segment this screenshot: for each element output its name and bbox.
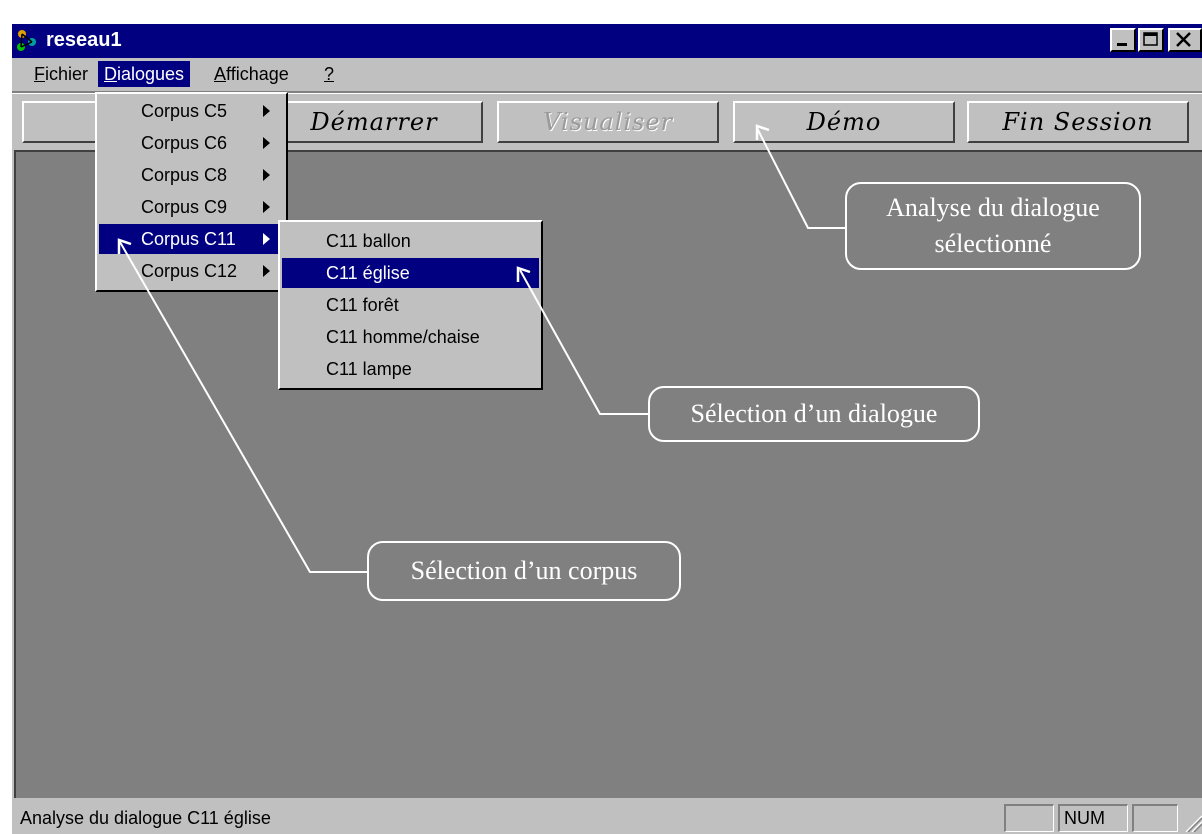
menu-bar: Fichier Dialogues Affichage ? bbox=[12, 58, 1202, 90]
menu-dialogues-mnemonic: D bbox=[104, 64, 117, 84]
menu-help-mnemonic: ? bbox=[324, 64, 335, 84]
callout-analyse-dialogue: Analyse du dialogue sélectionné bbox=[845, 182, 1141, 270]
status-text: Analyse du dialogue C11 église bbox=[20, 808, 271, 828]
menu-item-label: Corpus C11 bbox=[141, 229, 236, 249]
menu-item-corpus-c9[interactable]: Corpus C9 bbox=[99, 192, 284, 222]
minimize-button[interactable] bbox=[1110, 28, 1136, 52]
menu-affichage-label: ffichage bbox=[226, 64, 289, 84]
submenu-arrow-icon bbox=[263, 233, 270, 245]
menu-fichier-label: ichier bbox=[45, 64, 89, 84]
menu-item-label: Corpus C9 bbox=[141, 197, 228, 217]
menu-dialogues[interactable]: Dialogues bbox=[98, 61, 191, 87]
menu-dialogues-label: ialogues bbox=[117, 64, 185, 84]
status-panel-scroll bbox=[1132, 804, 1178, 832]
maximize-button[interactable] bbox=[1138, 28, 1164, 52]
submenu-arrow-icon bbox=[263, 169, 270, 181]
submenu-arrow-icon bbox=[263, 105, 270, 117]
callout-selection-corpus: Sélection d’un corpus bbox=[367, 541, 681, 601]
menu-item-label: Corpus C12 bbox=[141, 261, 238, 281]
menu-item-corpus-c8[interactable]: Corpus C8 bbox=[99, 160, 284, 190]
close-icon bbox=[1176, 32, 1191, 47]
menu-item-corpus-c11[interactable]: Corpus C11 bbox=[99, 224, 284, 254]
menu-item-label: Corpus C8 bbox=[141, 165, 228, 185]
submenu-arrow-icon bbox=[263, 201, 270, 213]
title-bar[interactable]: reseau1 bbox=[12, 24, 1202, 58]
resize-grip-icon[interactable] bbox=[1182, 806, 1202, 832]
submenu-item-c11-ballon[interactable]: C11 ballon bbox=[282, 226, 539, 256]
submenu-item-c11-foret[interactable]: C11 forêt bbox=[282, 290, 539, 320]
corpus-c11-submenu: C11 ballon C11 église C11 forêt C11 homm… bbox=[278, 220, 543, 390]
demo-button[interactable]: Démo bbox=[733, 101, 955, 143]
callout-line-1: Analyse du dialogue bbox=[886, 193, 1100, 222]
menu-fichier-mnemonic: F bbox=[34, 64, 45, 84]
callout-selection-dialogue: Sélection d’un dialogue bbox=[648, 386, 980, 442]
menu-item-corpus-c6[interactable]: Corpus C6 bbox=[99, 128, 284, 158]
submenu-arrow-icon bbox=[263, 137, 270, 149]
status-panel-num: NUM bbox=[1058, 804, 1128, 832]
fin-session-button[interactable]: Fin Session bbox=[967, 101, 1189, 143]
menu-item-label: Corpus C5 bbox=[141, 101, 228, 121]
close-button[interactable] bbox=[1168, 28, 1202, 52]
menu-item-label: Corpus C6 bbox=[141, 133, 228, 153]
status-panel-caps bbox=[1004, 804, 1054, 832]
window-title: reseau1 bbox=[46, 29, 122, 51]
dialogues-menu: Corpus C5 Corpus C6 Corpus C8 Corpus C9 … bbox=[95, 92, 288, 292]
minimize-icon bbox=[1117, 43, 1127, 46]
visualiser-button: Visualiser bbox=[497, 101, 719, 143]
submenu-item-c11-homme-chaise[interactable]: C11 homme/chaise bbox=[282, 322, 539, 352]
callout-line-2: sélectionné bbox=[934, 229, 1052, 258]
submenu-arrow-icon bbox=[263, 265, 270, 277]
menu-affichage[interactable]: Affichage bbox=[208, 61, 295, 87]
menu-affichage-mnemonic: A bbox=[214, 64, 227, 84]
demarrer-button[interactable]: Démarrer bbox=[265, 101, 483, 143]
submenu-item-c11-eglise[interactable]: C11 église bbox=[282, 258, 539, 288]
menu-fichier[interactable]: Fichier bbox=[28, 61, 94, 87]
menu-item-corpus-c5[interactable]: Corpus C5 bbox=[99, 96, 284, 126]
submenu-item-c11-lampe[interactable]: C11 lampe bbox=[282, 354, 539, 384]
status-bar: Analyse du dialogue C11 église NUM bbox=[12, 800, 1202, 834]
maximize-icon bbox=[1143, 32, 1158, 46]
menu-item-corpus-c12[interactable]: Corpus C12 bbox=[99, 256, 284, 286]
menu-help[interactable]: ? bbox=[318, 61, 340, 87]
network-app-icon bbox=[17, 30, 36, 51]
